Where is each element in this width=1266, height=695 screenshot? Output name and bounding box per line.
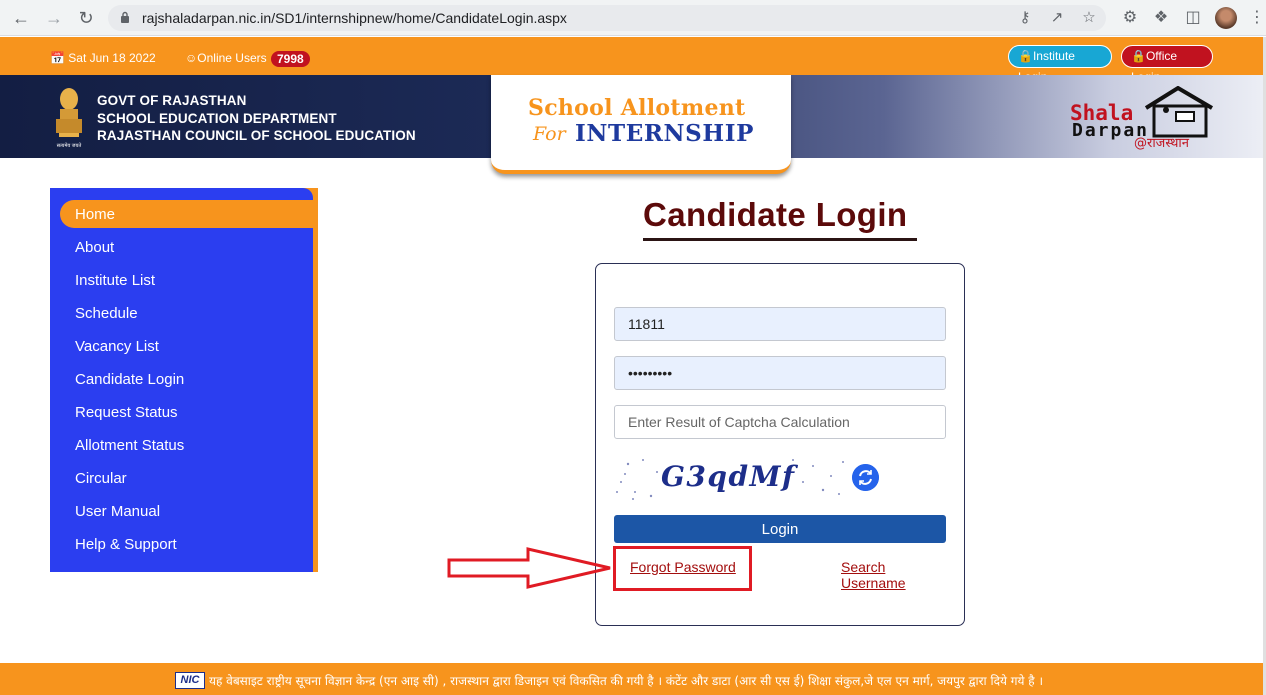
annotation-arrow xyxy=(447,547,611,589)
online-users-text: Online Users xyxy=(197,51,267,65)
govt-line-3: RAJASTHAN COUNCIL OF SCHOOL EDUCATION xyxy=(97,128,416,143)
forward-icon[interactable]: → xyxy=(44,8,64,28)
sidebar-item-user-manual[interactable]: User Manual xyxy=(75,503,160,520)
govt-line-1: GOVT OF RAJASTHAN xyxy=(97,93,247,108)
sidebar: Home About Institute List Schedule Vacan… xyxy=(50,188,318,572)
institute-login-button[interactable]: 🔒Institute Login xyxy=(1008,45,1112,84)
reload-icon[interactable]: ↻ xyxy=(76,8,96,28)
footer-text: यह वेबसाइट राष्ट्रीय सूचना विज्ञान केन्द… xyxy=(209,674,1043,688)
title-underline xyxy=(643,238,917,241)
sidebar-item-help-support[interactable]: Help & Support xyxy=(75,536,177,553)
profile-avatar[interactable] xyxy=(1215,7,1237,29)
forgot-password-link[interactable]: Forgot Password xyxy=(630,559,736,575)
sidebar-item-institute-list[interactable]: Institute List xyxy=(75,272,155,289)
sidebar-item-vacancy-list[interactable]: Vacancy List xyxy=(75,338,159,355)
captcha-image: G3qdMf xyxy=(616,459,844,500)
lock-icon xyxy=(121,11,129,23)
top-info-bar: 📅 Sat Jun 18 2022 ☺Online Users 7998 🔒In… xyxy=(0,37,1263,84)
kebab-menu-icon[interactable]: ⋮ xyxy=(1247,8,1266,28)
page-title: Candidate Login xyxy=(643,196,908,233)
address-bar[interactable]: rajshaladarpan.nic.in/SD1/internshipnew/… xyxy=(108,5,1106,31)
browser-toolbar: ← → ↻ rajshaladarpan.nic.in/SD1/internsh… xyxy=(0,0,1266,36)
title-internship: INTERNSHIP xyxy=(575,120,754,147)
search-username-link[interactable]: Search Username xyxy=(841,559,906,591)
back-icon[interactable]: ← xyxy=(11,8,31,28)
key-icon[interactable]: ⚷ xyxy=(1016,9,1034,27)
title-for: For xyxy=(533,123,566,145)
title-school-allotment: School Allotment xyxy=(528,95,746,121)
emblem-motto: सत्यमेव जयते xyxy=(57,142,82,149)
date-text: 📅 Sat Jun 18 2022 xyxy=(50,51,156,65)
sidebar-menu: Home About Institute List Schedule Vacan… xyxy=(50,188,313,572)
ashoka-emblem-logo: सत्यमेव जयते xyxy=(56,88,82,149)
site-title-card: School Allotment For INTERNSHIP xyxy=(491,75,791,174)
puzzle-icon[interactable]: ❖ xyxy=(1151,8,1171,28)
govt-title: GOVT OF RAJASTHAN SCHOOL EDUCATION DEPAR… xyxy=(97,92,416,145)
govt-line-2: SCHOOL EDUCATION DEPARTMENT xyxy=(97,110,337,126)
sidebar-item-schedule[interactable]: Schedule xyxy=(75,305,138,322)
nic-logo: NIC xyxy=(175,672,205,689)
shala-darpan-logo: Shala Darpan @राजस्थान xyxy=(1070,86,1214,151)
extension-icon[interactable]: ⚙ xyxy=(1120,8,1140,28)
sidebar-item-about[interactable]: About xyxy=(75,239,114,256)
url-text: rajshaladarpan.nic.in/SD1/internshipnew/… xyxy=(142,10,567,26)
office-login-button[interactable]: 🔒Office Login xyxy=(1121,45,1213,84)
sidepanel-icon[interactable]: ◫ xyxy=(1183,8,1203,28)
date-value: Sat Jun 18 2022 xyxy=(68,51,156,65)
captcha-input[interactable] xyxy=(614,405,946,439)
sidebar-item-candidate-login[interactable]: Candidate Login xyxy=(75,371,184,388)
sidebar-item-circular[interactable]: Circular xyxy=(75,470,127,487)
refresh-captcha-icon[interactable] xyxy=(852,464,879,491)
captcha-text: G3qdMf xyxy=(661,460,799,493)
online-users-count: 7998 xyxy=(271,51,310,67)
logo-tag: @राजस्थान xyxy=(1134,136,1190,151)
search-username-line-1: Search xyxy=(841,559,886,575)
online-users-label: ☺Online Users xyxy=(185,51,267,65)
username-input[interactable] xyxy=(614,307,946,341)
password-input[interactable] xyxy=(614,356,946,390)
share-icon[interactable]: ↗ xyxy=(1048,9,1066,27)
search-username-line-2: Username xyxy=(841,575,906,591)
sidebar-item-allotment-status[interactable]: Allotment Status xyxy=(75,437,184,454)
sidebar-item-home[interactable]: Home xyxy=(75,206,115,223)
sidebar-item-request-status[interactable]: Request Status xyxy=(75,404,178,421)
login-button[interactable]: Login xyxy=(614,515,946,543)
site-footer: NIC यह वेबसाइट राष्ट्रीय सूचना विज्ञान क… xyxy=(0,663,1263,695)
star-icon[interactable]: ☆ xyxy=(1080,9,1098,27)
